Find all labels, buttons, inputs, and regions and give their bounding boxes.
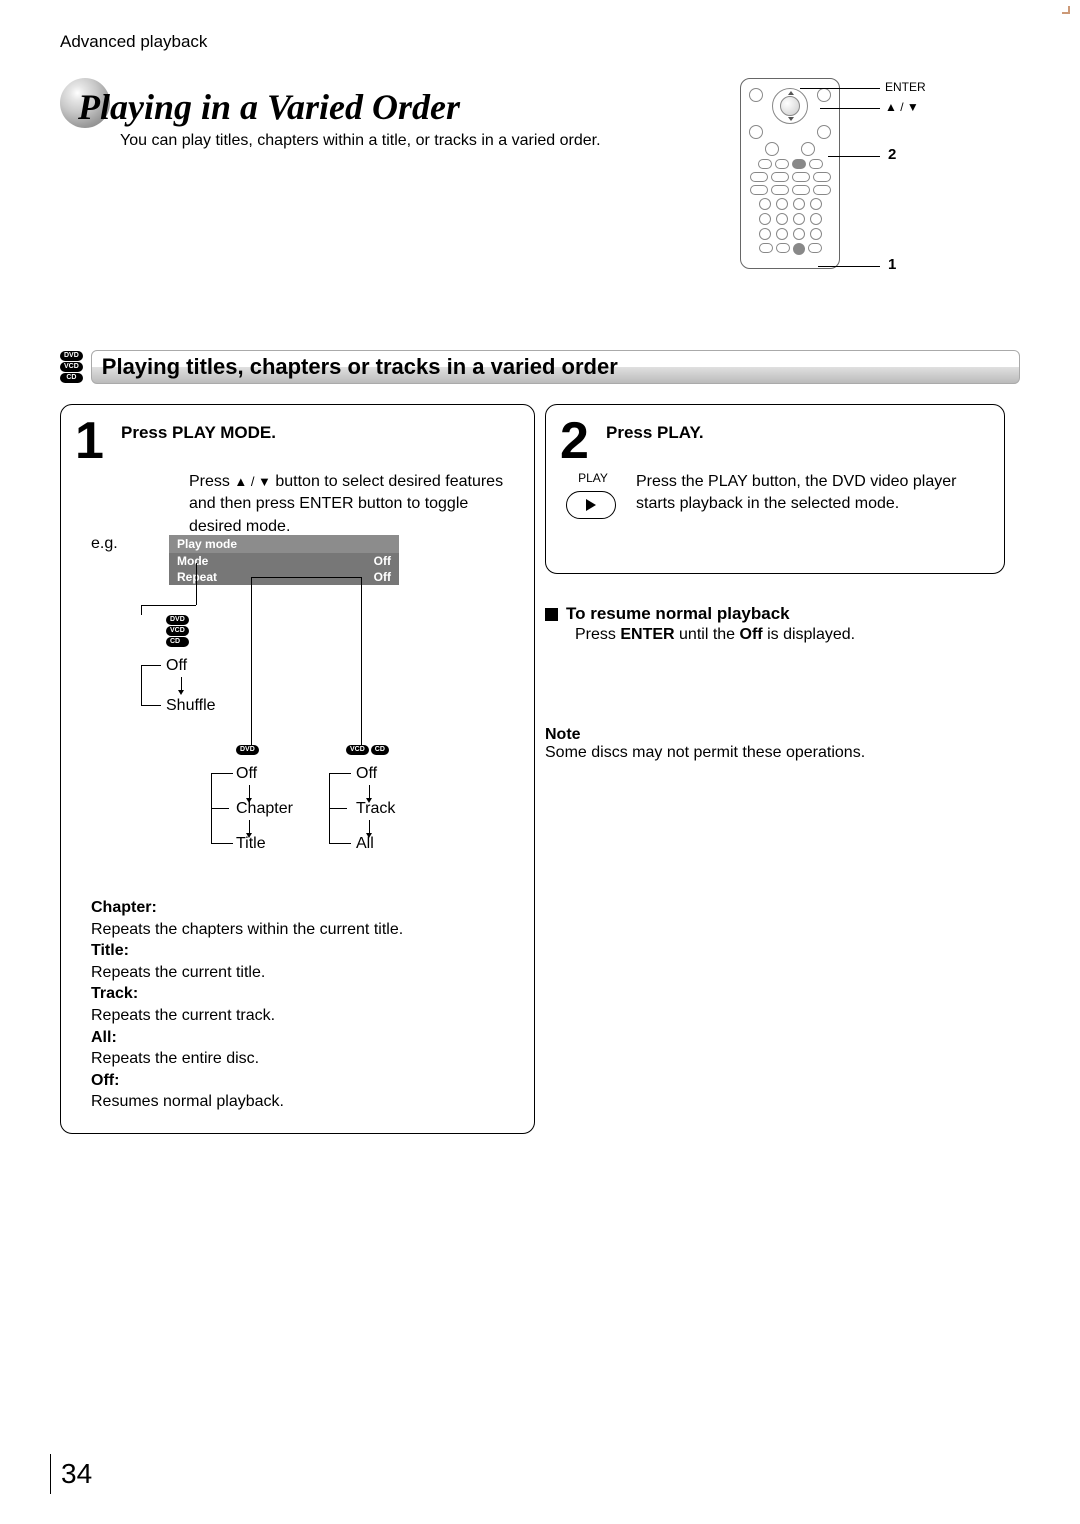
step-1-instruction: Press ▲ / ▼ button to select desired fea… — [189, 471, 516, 538]
subheading: Playing titles, chapters or tracks in a … — [91, 350, 1020, 384]
square-bullet-icon — [545, 608, 558, 621]
page-title: Playing in a Varied Order — [78, 86, 460, 128]
play-icon — [586, 499, 596, 511]
callout-arrows: ▲ / ▼ — [885, 100, 919, 114]
resume-heading: To resume normal playback — [545, 604, 1005, 624]
up-down-icon: ▲ / ▼ — [234, 474, 271, 489]
step-number-1: 1 — [75, 411, 104, 471]
step-1-box: 1 Press PLAY MODE. Press ▲ / ▼ button to… — [60, 404, 535, 1134]
resume-text: Press ENTER until the Off is displayed. — [575, 624, 1005, 646]
callout-1: 1 — [888, 256, 896, 273]
step-1-title: Press PLAY MODE. — [121, 423, 516, 443]
mode-diagram: DVD VCD CD Off Shuffle DVD — [111, 605, 491, 875]
step-2-title: Press PLAY. — [606, 423, 986, 443]
page-content: Advanced playback Playing in a Varied Or… — [0, 0, 1080, 1134]
callout-2: 2 — [888, 146, 896, 163]
step-2-box: 2 Press PLAY. PLAY Press the PLAY button… — [545, 404, 1005, 574]
step-number-2: 2 — [560, 411, 589, 471]
play-label: PLAY — [570, 471, 616, 485]
page-number: 34 — [50, 1454, 92, 1494]
step-2-text: Press the PLAY button, the DVD video pla… — [636, 471, 986, 519]
definitions: Chapter: Repeats the chapters within the… — [91, 897, 403, 1113]
play-button-icon — [566, 491, 616, 519]
example-label: e.g. — [91, 535, 118, 553]
remote-body — [740, 78, 840, 269]
callout-enter: ENTER — [885, 80, 926, 94]
note-block: Note Some discs may not permit these ope… — [545, 726, 1005, 762]
section-label: Advanced playback — [60, 32, 1020, 52]
remote-diagram: ENTER ▲ / ▼ 2 1 — [740, 78, 1020, 298]
disc-type-badges: DVD VCD CD — [60, 351, 83, 383]
